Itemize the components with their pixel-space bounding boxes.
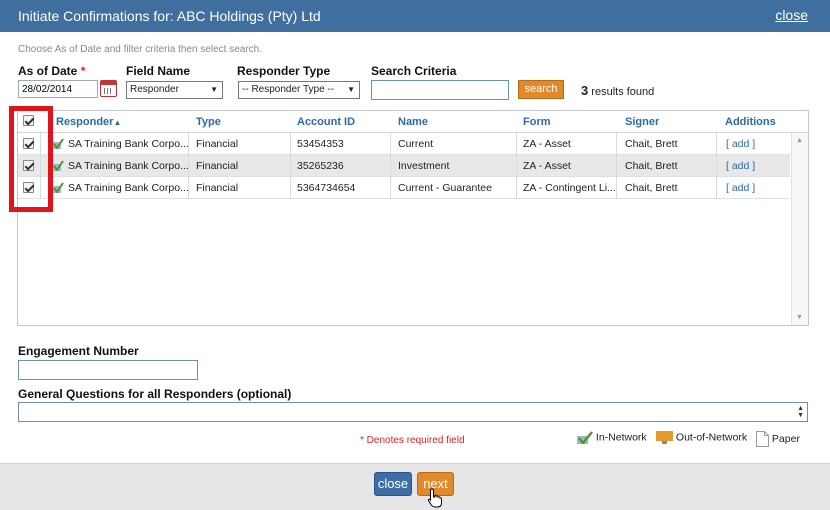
in-network-icon: [52, 138, 64, 149]
legend-paper: Paper: [756, 431, 800, 447]
in-network-icon: [52, 160, 64, 171]
legend-in-network: In-Network: [577, 431, 647, 445]
close-button[interactable]: close: [374, 472, 412, 496]
add-link[interactable]: [ add ]: [726, 138, 755, 150]
header-responder[interactable]: Responder▲: [56, 116, 121, 128]
sort-asc-icon: ▲: [113, 118, 122, 127]
general-questions-label: General Questions for all Responders (op…: [18, 387, 292, 401]
as-of-date-input[interactable]: [18, 80, 98, 98]
monitor-icon: [656, 431, 673, 444]
field-name-label: Field Name: [126, 64, 191, 78]
header-additions[interactable]: Additions: [725, 116, 776, 128]
as-of-date-label: As of Date *: [18, 64, 86, 78]
in-network-icon: [52, 182, 64, 193]
table-row[interactable]: SA Training Bank Corpo... Financial 5364…: [18, 177, 790, 199]
table-row[interactable]: SA Training Bank Corpo... Financial 3526…: [18, 155, 790, 177]
legend-out-of-network: Out-of-Network: [656, 431, 747, 444]
grid-header: Responder▲ Type Account ID Name Form Sig…: [18, 111, 808, 133]
dialog-title-bar: Initiate Confirmations for: ABC Holdings…: [0, 0, 830, 32]
paper-icon: [756, 431, 769, 447]
header-name[interactable]: Name: [398, 116, 428, 128]
dialog-title: Initiate Confirmations for: ABC Holdings…: [18, 8, 321, 24]
scroll-up-icon[interactable]: ▲: [796, 137, 803, 144]
search-button[interactable]: search: [518, 80, 564, 99]
chevron-down-icon: ▼: [347, 85, 355, 94]
chevron-down-icon: ▼: [210, 85, 218, 94]
grid-scrollbar[interactable]: ▲ ▼: [791, 133, 808, 325]
table-row[interactable]: SA Training Bank Corpo... Financial 5345…: [18, 133, 790, 155]
engagement-number-label: Engagement Number: [18, 344, 139, 358]
header-type[interactable]: Type: [196, 116, 221, 128]
add-link[interactable]: [ add ]: [726, 182, 755, 194]
required-mark: *: [80, 64, 86, 78]
responder-type-select[interactable]: -- Responder Type -- ▼: [238, 81, 360, 99]
header-signer[interactable]: Signer: [625, 116, 659, 128]
search-criteria-input[interactable]: [371, 80, 509, 100]
field-name-select[interactable]: Responder ▼: [126, 81, 223, 99]
add-link[interactable]: [ add ]: [726, 160, 755, 172]
calendar-icon[interactable]: [100, 80, 117, 97]
results-count: 3 results found: [581, 83, 655, 98]
header-account-id[interactable]: Account ID: [297, 116, 355, 128]
checkbox-column-highlight: [9, 106, 53, 212]
search-criteria-label: Search Criteria: [371, 64, 457, 78]
scroll-down-icon[interactable]: ▼: [796, 314, 803, 321]
responder-type-label: Responder Type: [237, 64, 331, 78]
dialog-footer: [0, 463, 830, 510]
spinner-icon[interactable]: ▲ ▼: [797, 405, 804, 419]
hand-cursor-icon: [427, 488, 442, 508]
header-form[interactable]: Form: [523, 116, 551, 128]
instructions-text: Choose As of Date and filter criteria th…: [18, 44, 263, 55]
engagement-number-input[interactable]: [18, 360, 198, 380]
required-field-note: * Denotes required field: [360, 435, 465, 446]
responders-grid: Responder▲ Type Account ID Name Form Sig…: [17, 110, 809, 326]
in-network-icon: [577, 431, 593, 445]
general-questions-input[interactable]: ▲ ▼: [18, 402, 808, 422]
dialog-close-link[interactable]: close: [775, 7, 808, 23]
